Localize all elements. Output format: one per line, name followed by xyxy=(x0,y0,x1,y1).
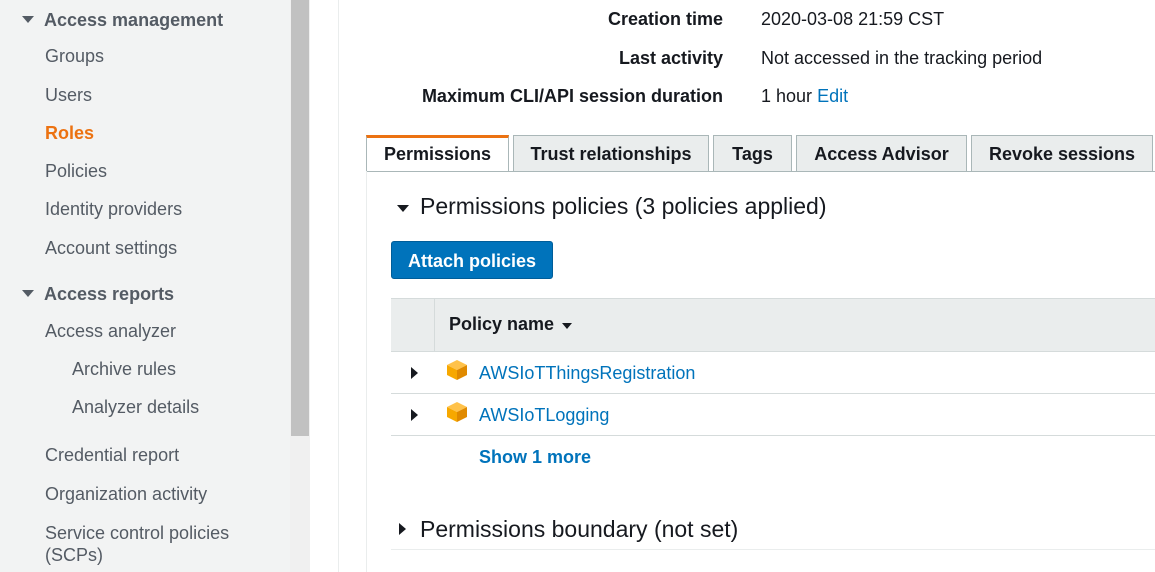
sidebar-item-users[interactable]: Users xyxy=(45,85,92,106)
sidebar-section-access-reports[interactable]: Access reports xyxy=(22,284,174,305)
last-activity-value: Not accessed in the tracking period xyxy=(761,48,1043,68)
sidebar-item-organization-activity[interactable]: Organization activity xyxy=(45,484,207,505)
column-header-policy-name[interactable]: Policy name xyxy=(449,314,554,335)
panel-border xyxy=(366,171,367,572)
sort-caret-icon[interactable] xyxy=(562,323,572,329)
creation-time-value: 2020-03-08 21:59 CST xyxy=(761,9,945,29)
show-more-link[interactable]: Show 1 more xyxy=(479,447,591,468)
creation-time-label: Creation time xyxy=(607,9,723,29)
permissions-boundary-title[interactable]: Permissions boundary (not set) xyxy=(420,516,738,543)
caret-down-icon xyxy=(22,289,34,297)
tab-trust-relationships[interactable]: Trust relationships xyxy=(513,135,709,171)
sidebar-item-archive-rules[interactable]: Archive rules xyxy=(72,359,176,380)
policy-table-header: Policy name xyxy=(391,298,1155,352)
tab-permissions[interactable]: Permissions xyxy=(366,135,509,171)
edit-session-link[interactable]: Edit xyxy=(817,86,848,106)
expand-caret-icon[interactable] xyxy=(399,523,406,535)
policy-link[interactable]: AWSIoTThingsRegistration xyxy=(479,363,695,384)
attach-policies-button[interactable]: Attach policies xyxy=(391,241,553,279)
sidebar-item-service-control-policies[interactable]: Service control policies (SCPs) xyxy=(45,522,229,566)
last-activity-label: Last activity xyxy=(618,48,723,68)
sidebar-item-roles[interactable]: Roles xyxy=(45,123,94,144)
header-divider xyxy=(434,299,435,351)
content-divider xyxy=(338,0,339,572)
policy-link[interactable]: AWSIoTLogging xyxy=(479,405,609,426)
aws-managed-cube-icon xyxy=(447,360,467,380)
caret-down-icon xyxy=(22,15,34,23)
collapse-caret-icon[interactable] xyxy=(397,205,409,212)
sidebar: Access management Groups Users Roles Pol… xyxy=(0,0,290,572)
sidebar-scrollbar-thumb[interactable] xyxy=(291,0,309,436)
tab-tags[interactable]: Tags xyxy=(713,135,792,171)
tab-access-advisor[interactable]: Access Advisor xyxy=(796,135,967,171)
section-divider xyxy=(391,549,1155,550)
expand-row-icon[interactable] xyxy=(411,367,418,379)
permissions-policies-title[interactable]: Permissions policies (3 policies applied… xyxy=(420,193,827,220)
tab-revoke-sessions[interactable]: Revoke sessions xyxy=(971,135,1153,171)
sidebar-item-policies[interactable]: Policies xyxy=(45,161,107,182)
sidebar-item-access-analyzer[interactable]: Access analyzer xyxy=(45,321,176,342)
sidebar-item-credential-report[interactable]: Credential report xyxy=(45,445,179,466)
row-divider xyxy=(391,435,1155,436)
sidebar-section-access-management[interactable]: Access management xyxy=(22,10,223,31)
aws-managed-cube-icon xyxy=(447,402,467,422)
session-duration-value: 1 hour Edit xyxy=(761,86,849,106)
row-divider xyxy=(391,393,1155,394)
sidebar-item-identity-providers[interactable]: Identity providers xyxy=(45,199,182,220)
sidebar-item-analyzer-details[interactable]: Analyzer details xyxy=(72,397,199,418)
session-duration-label: Maximum CLI/API session duration xyxy=(421,86,723,106)
expand-row-icon[interactable] xyxy=(411,409,418,421)
sidebar-item-groups[interactable]: Groups xyxy=(45,46,104,67)
tab-baseline xyxy=(366,171,1155,172)
sidebar-item-account-settings[interactable]: Account settings xyxy=(45,238,177,259)
